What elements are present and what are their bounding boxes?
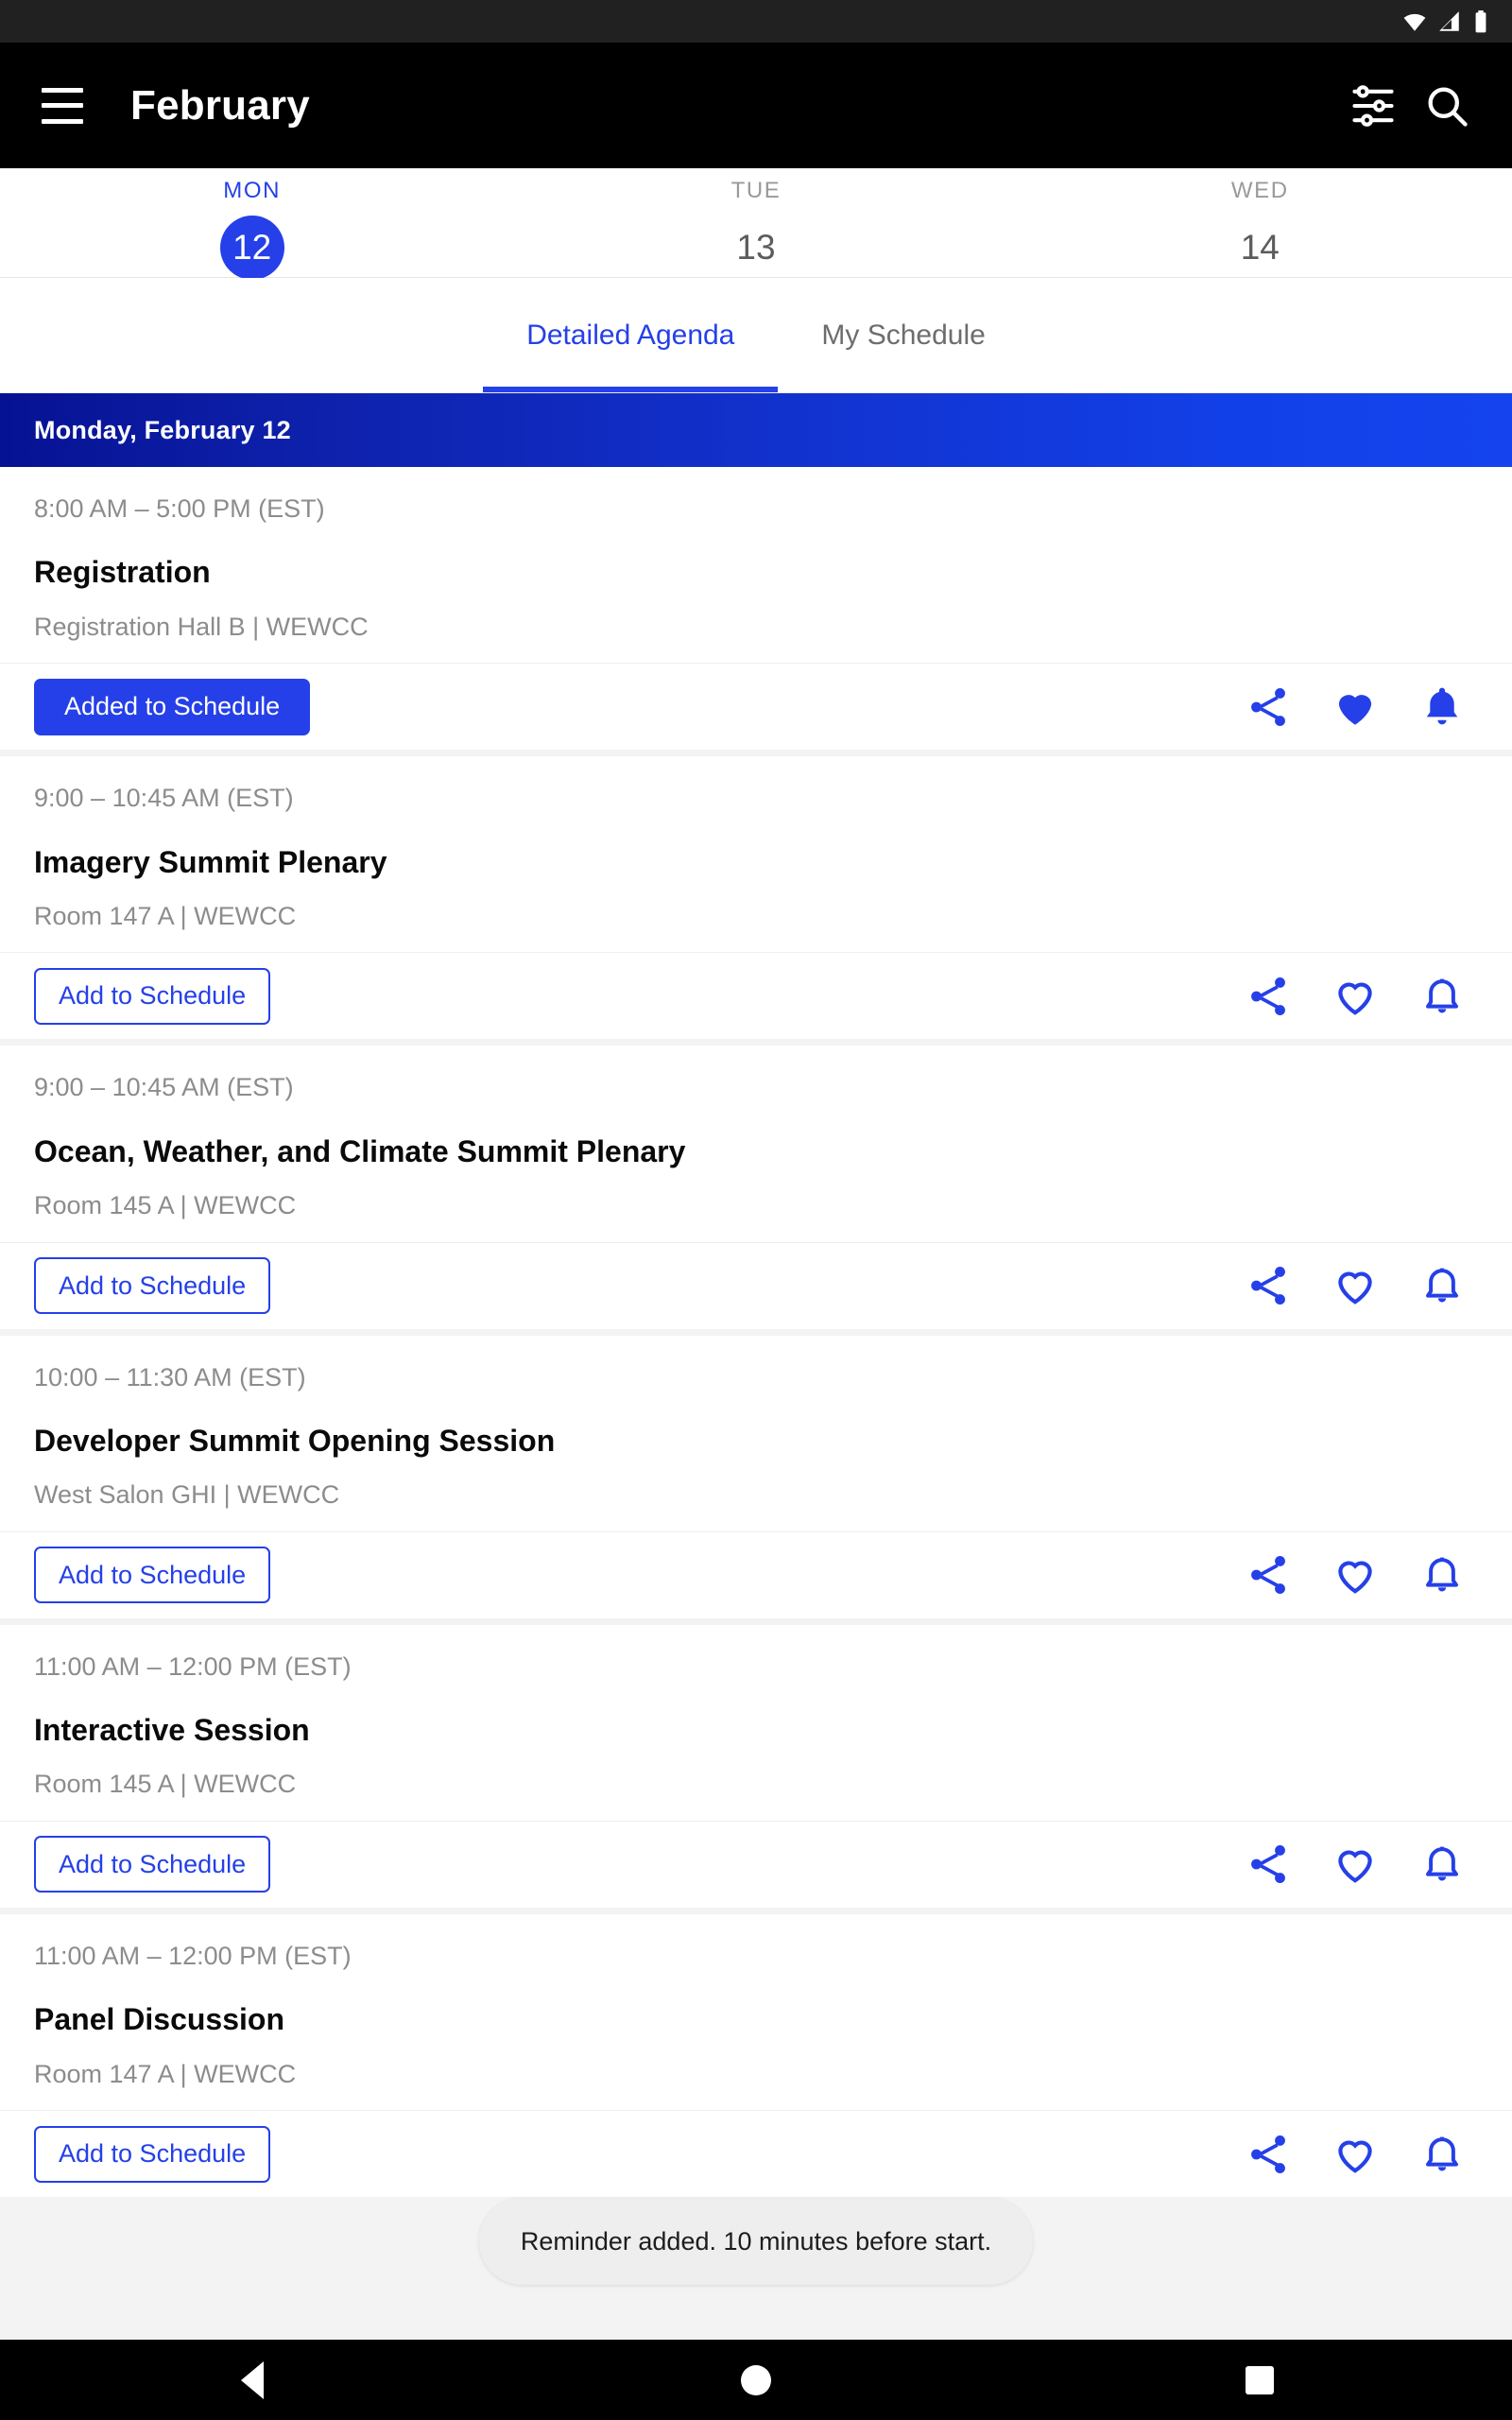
battery-icon [1472, 9, 1489, 34]
event-actions: Add to Schedule [0, 1530, 1512, 1618]
heart-outline-icon[interactable] [1312, 1531, 1399, 1618]
tune-filter-icon[interactable] [1336, 69, 1410, 143]
event-card-body: 10:00 – 11:30 AM (EST) Developer Summit O… [0, 1362, 1512, 1511]
search-icon[interactable] [1410, 69, 1484, 143]
add-to-schedule-button[interactable]: Add to Schedule [34, 1836, 271, 1893]
date-dow-label: TUE [730, 178, 782, 203]
app-root: February MON 12 TUE 13 WED 14 Detailed A… [0, 0, 1512, 2420]
event-list[interactable]: 8:00 AM – 5:00 PM (EST) Registration Regis… [0, 467, 1512, 2420]
add-to-schedule-button[interactable]: Add to Schedule [34, 1257, 271, 1315]
event-time: 9:00 – 10:45 AM (EST) [34, 1073, 294, 1102]
event-card[interactable]: 8:00 AM – 5:00 PM (EST) Registration Regis… [0, 467, 1512, 751]
event-actions: Add to Schedule [0, 1241, 1512, 1329]
status-bar [0, 0, 1512, 43]
tab-my-schedule[interactable]: My Schedule [778, 278, 1028, 392]
event-time: 11:00 AM – 12:00 PM (EST) [34, 1651, 352, 1681]
add-to-schedule-button[interactable]: Add to Schedule [34, 1547, 271, 1604]
heart-outline-icon[interactable] [1312, 2111, 1399, 2198]
bell-outline-icon[interactable] [1399, 2111, 1486, 2198]
android-nav-bar [0, 2340, 1512, 2420]
date-strip: MON 12 TUE 13 WED 14 [0, 168, 1512, 280]
page-title: February [130, 81, 310, 129]
cellular-signal-icon [1437, 9, 1462, 34]
date-cell-mon[interactable]: MON 12 [0, 168, 504, 280]
event-card-body: 11:00 AM – 12:00 PM (EST) Interactive Ses… [0, 1651, 1512, 1800]
event-title: Developer Summit Opening Session [34, 1423, 556, 1458]
add-to-schedule-button[interactable]: Add to Schedule [34, 2125, 271, 2183]
event-card[interactable]: 9:00 – 10:45 AM (EST) Ocean, Weather, and… [0, 1046, 1512, 1329]
added-to-schedule-button[interactable]: Added to Schedule [34, 678, 311, 735]
share-icon[interactable] [1225, 664, 1312, 751]
date-number: 13 [736, 228, 776, 267]
event-title: Panel Discussion [34, 2002, 284, 2037]
bell-outline-icon[interactable] [1399, 1821, 1486, 1908]
event-time: 10:00 – 11:30 AM (EST) [34, 1362, 306, 1392]
event-location: Registration Hall B | WEWCC [34, 612, 369, 641]
event-actions: Add to Schedule [0, 1820, 1512, 1908]
home-circle-icon[interactable] [685, 2340, 827, 2420]
day-banner-label: Monday, February 12 [34, 415, 291, 444]
event-location: Room 147 A | WEWCC [34, 901, 297, 930]
share-icon[interactable] [1225, 1821, 1312, 1908]
wifi-icon [1402, 9, 1427, 34]
event-card-body: 8:00 AM – 5:00 PM (EST) Registration Regis… [0, 493, 1512, 642]
event-card-body: 9:00 – 10:45 AM (EST) Ocean, Weather, and… [0, 1072, 1512, 1220]
event-title: Imagery Summit Plenary [34, 844, 387, 879]
recents-square-icon[interactable] [1189, 2340, 1331, 2420]
date-cell-wed[interactable]: WED 14 [1008, 168, 1512, 280]
heart-outline-icon[interactable] [1312, 1821, 1399, 1908]
share-icon[interactable] [1225, 2111, 1312, 2198]
event-card-body: 11:00 AM – 12:00 PM (EST) Panel Discussio… [0, 1941, 1512, 2089]
tab-detailed-agenda[interactable]: Detailed Agenda [483, 278, 779, 392]
event-card[interactable]: 10:00 – 11:30 AM (EST) Developer Summit O… [0, 1335, 1512, 1618]
event-time: 8:00 AM – 5:00 PM (EST) [34, 494, 325, 523]
event-location: Room 147 A | WEWCC [34, 2059, 297, 2088]
event-card-body: 9:00 – 10:45 AM (EST) Imagery Summit Plen… [0, 783, 1512, 931]
event-time: 11:00 AM – 12:00 PM (EST) [34, 1941, 352, 1970]
toast-notification: Reminder added. 10 minutes before start. [478, 2198, 1034, 2285]
date-number-selected: 12 [219, 216, 284, 280]
heart-filled-icon[interactable] [1312, 664, 1399, 751]
hamburger-menu-icon[interactable] [42, 87, 83, 124]
bell-filled-icon[interactable] [1399, 664, 1486, 751]
event-card[interactable]: 11:00 AM – 12:00 PM (EST) Panel Discussio… [0, 1913, 1512, 2198]
event-title: Ocean, Weather, and Climate Summit Plena… [34, 1133, 686, 1168]
heart-outline-icon[interactable] [1312, 1242, 1399, 1329]
date-cell-tue[interactable]: TUE 13 [504, 168, 1007, 280]
event-card[interactable]: 11:00 AM – 12:00 PM (EST) Interactive Ses… [0, 1624, 1512, 1908]
bell-outline-icon[interactable] [1399, 953, 1486, 1040]
event-location: West Salon GHI | WEWCC [34, 1480, 340, 1510]
day-banner: Monday, February 12 [0, 393, 1512, 467]
app-bar: February [0, 43, 1512, 168]
event-actions: Added to Schedule [0, 663, 1512, 750]
tab-bar: Detailed Agenda My Schedule [0, 278, 1512, 393]
event-actions: Add to Schedule [0, 2110, 1512, 2197]
event-card[interactable]: 9:00 – 10:45 AM (EST) Imagery Summit Plen… [0, 756, 1512, 1040]
event-time: 9:00 – 10:45 AM (EST) [34, 784, 294, 813]
date-number: 14 [1240, 228, 1280, 267]
share-icon[interactable] [1225, 953, 1312, 1040]
event-location: Room 145 A | WEWCC [34, 1191, 297, 1220]
share-icon[interactable] [1225, 1242, 1312, 1329]
event-title: Interactive Session [34, 1713, 310, 1748]
event-location: Room 145 A | WEWCC [34, 1770, 297, 1799]
bell-outline-icon[interactable] [1399, 1242, 1486, 1329]
event-title: Registration [34, 555, 211, 590]
bell-outline-icon[interactable] [1399, 1531, 1486, 1618]
toast-message: Reminder added. 10 minutes before start. [520, 2226, 992, 2256]
back-triangle-icon[interactable] [181, 2340, 323, 2420]
heart-outline-icon[interactable] [1312, 953, 1399, 1040]
add-to-schedule-button[interactable]: Add to Schedule [34, 967, 271, 1025]
date-dow-label: WED [1230, 178, 1289, 203]
date-dow-label: MON [223, 178, 282, 203]
share-icon[interactable] [1225, 1531, 1312, 1618]
event-actions: Add to Schedule [0, 952, 1512, 1039]
